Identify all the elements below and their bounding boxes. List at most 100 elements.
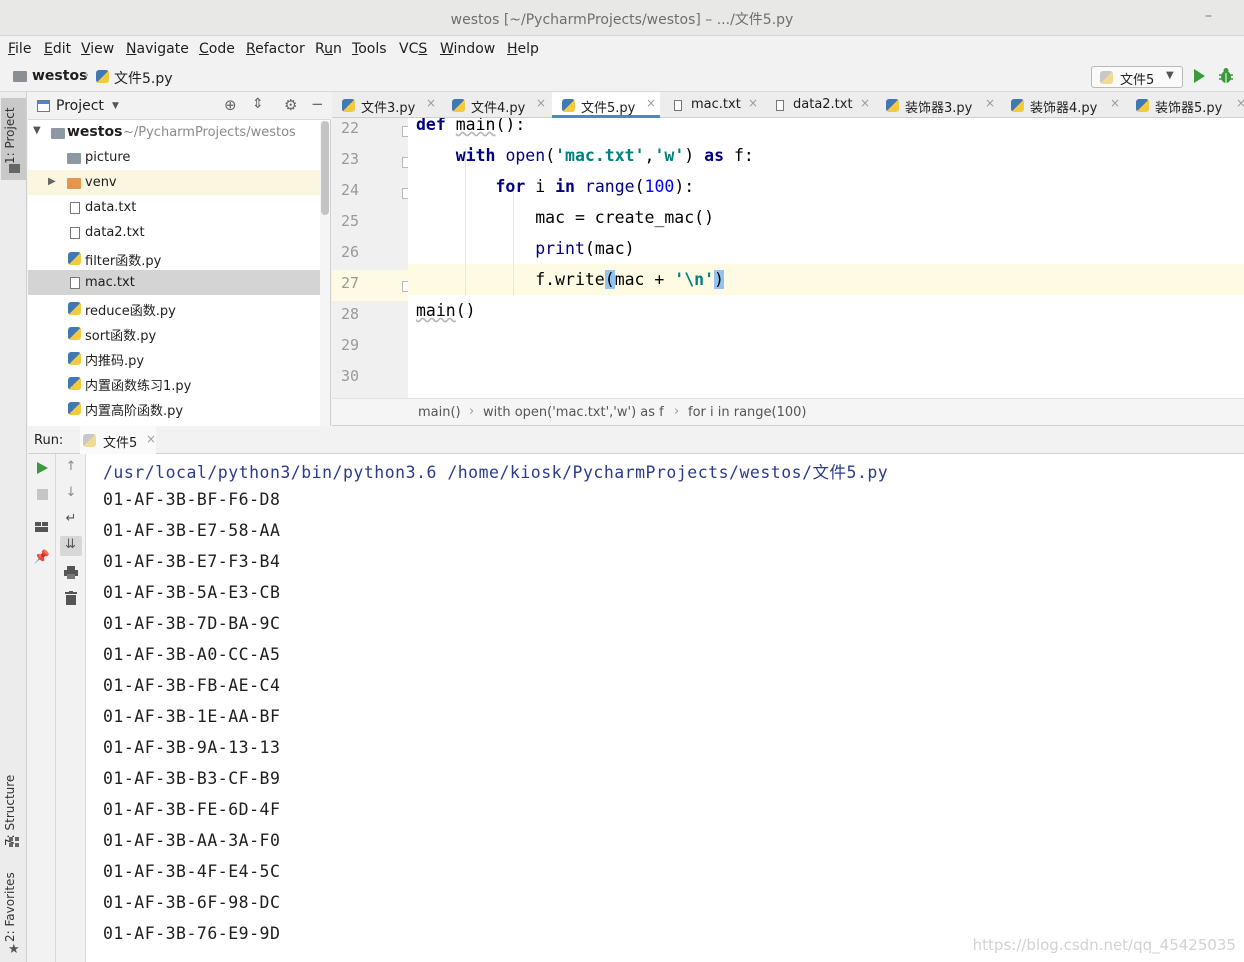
run-config-tab[interactable]: 文件5 ×: [80, 426, 156, 454]
editor-tab[interactable]: 文件4.py ×: [442, 92, 550, 118]
close-icon[interactable]: ×: [1110, 96, 1120, 110]
close-icon[interactable]: ×: [860, 96, 870, 110]
chevron-right-icon: ›: [674, 404, 680, 419]
print-icon[interactable]: [64, 566, 78, 579]
run-config-tab-label: 文件5: [103, 436, 138, 451]
editor-tab[interactable]: 装饰器3.py ×: [876, 92, 999, 118]
editor-tab[interactable]: 文件3.py ×: [332, 92, 440, 118]
project-tool-label[interactable]: 1: Project: [3, 102, 25, 164]
chevron-down-icon[interactable]: ▼: [112, 101, 119, 111]
pin-icon[interactable]: 📌: [32, 550, 52, 565]
scroll-to-end-toggle[interactable]: ⇊: [60, 536, 82, 556]
editor-gutter: 22 23 24 25 26 27 28 29 30: [332, 118, 413, 398]
trash-icon[interactable]: [65, 591, 77, 605]
line-number: 24: [340, 181, 359, 199]
soft-wrap-icon[interactable]: ↵: [61, 511, 81, 526]
run-panel-label: Run:: [34, 433, 64, 448]
text-file-icon: [674, 100, 682, 111]
run-console[interactable]: /usr/local/python3/bin/python3.6 /home/k…: [86, 454, 1244, 962]
menu-help[interactable]: Help: [507, 41, 539, 57]
arrow-up-icon[interactable]: ↑: [61, 459, 81, 474]
project-view-icon: [37, 100, 50, 112]
breadcrumb-with[interactable]: with open('mac.txt','w') as f: [483, 405, 664, 420]
console-line: 01-AF-3B-FB-AE-C4: [103, 676, 281, 695]
python-file-icon: [342, 98, 355, 113]
locate-icon[interactable]: ⊕: [224, 96, 237, 114]
tree-item[interactable]: 内推码.py: [28, 345, 320, 370]
menu-run[interactable]: Run: [315, 41, 342, 57]
console-line: 01-AF-3B-5A-E3-CB: [103, 583, 281, 602]
menu-view[interactable]: View: [81, 41, 114, 57]
tree-item[interactable]: filter函数.py: [28, 245, 320, 270]
code-line-28: main(): [416, 301, 476, 320]
menu-edit[interactable]: Edit: [44, 41, 71, 57]
tree-item[interactable]: 内置高阶函数.py: [28, 395, 320, 420]
minimize-button[interactable]: –: [1205, 8, 1212, 24]
menu-file[interactable]: File: [8, 41, 31, 57]
run-icon[interactable]: [1194, 69, 1205, 83]
favorites-tool-tab[interactable]: 2: Favorites: [3, 866, 25, 942]
project-scrollbar[interactable]: [320, 121, 330, 426]
collapse-all-icon[interactable]: ⇕: [252, 96, 264, 112]
text-file-icon: [70, 277, 80, 289]
code-line-25: mac = create_mac(): [416, 208, 715, 227]
structure-tool-tab[interactable]: 7: Structure: [3, 756, 25, 846]
console-line: 01-AF-3B-AA-3A-F0: [103, 831, 281, 850]
tree-item[interactable]: picture: [28, 145, 320, 170]
rerun-icon[interactable]: [37, 462, 48, 474]
menu-navigate[interactable]: Navigate: [126, 41, 189, 57]
menu-code[interactable]: Code: [199, 41, 235, 57]
editor-tab[interactable]: data2.txt ×: [764, 92, 874, 118]
tree-root[interactable]: ▼ westos ~/PycharmProjects/westos: [28, 120, 320, 145]
editor-tab[interactable]: 装饰器4.py ×: [1001, 92, 1124, 118]
editor-tab[interactable]: 装饰器5.py ×: [1126, 92, 1244, 118]
console-command: /usr/local/python3/bin/python3.6 /home/k…: [103, 463, 889, 482]
hide-panel-icon[interactable]: −: [311, 95, 324, 113]
gear-icon[interactable]: ⚙: [284, 96, 297, 114]
tree-item[interactable]: 内置函数练习1.py: [28, 370, 320, 395]
close-icon[interactable]: ×: [536, 96, 546, 110]
python-config-icon: [83, 433, 96, 448]
tree-item[interactable]: mac.txt: [28, 270, 320, 295]
python-file-icon: [68, 326, 81, 341]
editor-tab[interactable]: mac.txt ×: [662, 92, 762, 118]
close-icon[interactable]: ×: [748, 96, 758, 110]
editor-tab-label: 文件5.py: [581, 101, 636, 116]
tree-item[interactable]: ▶ venv: [28, 170, 320, 195]
code-editor[interactable]: def main(): with open('mac.txt','w') as …: [408, 118, 1244, 398]
tree-item[interactable]: data2.txt: [28, 220, 320, 245]
stop-icon[interactable]: [37, 489, 48, 500]
menu-window[interactable]: Window: [440, 41, 495, 57]
close-icon[interactable]: ×: [426, 96, 436, 110]
menu-vcs[interactable]: VCS: [399, 41, 427, 57]
tree-item[interactable]: data.txt: [28, 195, 320, 220]
run-config-select[interactable]: 文件5 ▼: [1091, 66, 1183, 88]
chevron-down-icon[interactable]: ▼: [33, 125, 41, 136]
chevron-right-icon[interactable]: ▶: [48, 176, 56, 187]
close-icon[interactable]: ×: [646, 96, 656, 110]
console-line: 01-AF-3B-7D-BA-9C: [103, 614, 281, 633]
tree-item[interactable]: sort函数.py: [28, 320, 320, 345]
project-view-title[interactable]: Project: [56, 98, 104, 114]
breadcrumb-for[interactable]: for i in range(100): [688, 405, 807, 420]
close-icon[interactable]: ×: [146, 432, 156, 446]
navigation-bar: westos › 文件5.py 文件5 ▼: [0, 62, 1244, 92]
nav-project-crumb[interactable]: westos: [32, 68, 87, 84]
breadcrumb-main[interactable]: main(): [418, 405, 461, 420]
line-number: 23: [340, 150, 359, 168]
tree-item-label: picture: [85, 150, 131, 165]
python-file-icon: [68, 351, 81, 366]
layout-icon[interactable]: [35, 521, 49, 532]
close-icon[interactable]: ×: [1236, 96, 1244, 110]
menu-tools[interactable]: Tools: [352, 41, 387, 57]
editor-tab-label: 装饰器3.py: [905, 101, 973, 116]
tree-item[interactable]: reduce函数.py: [28, 295, 320, 320]
nav-file-crumb[interactable]: 文件5.py: [114, 68, 173, 88]
line-number: 26: [340, 243, 359, 261]
debug-icon[interactable]: [1218, 67, 1234, 85]
close-icon[interactable]: ×: [985, 96, 995, 110]
text-file-icon: [70, 227, 80, 239]
editor-tab[interactable]: 文件5.py ×: [552, 92, 660, 118]
arrow-down-icon[interactable]: ↓: [61, 485, 81, 500]
menu-refactor[interactable]: Refactor: [246, 41, 305, 57]
